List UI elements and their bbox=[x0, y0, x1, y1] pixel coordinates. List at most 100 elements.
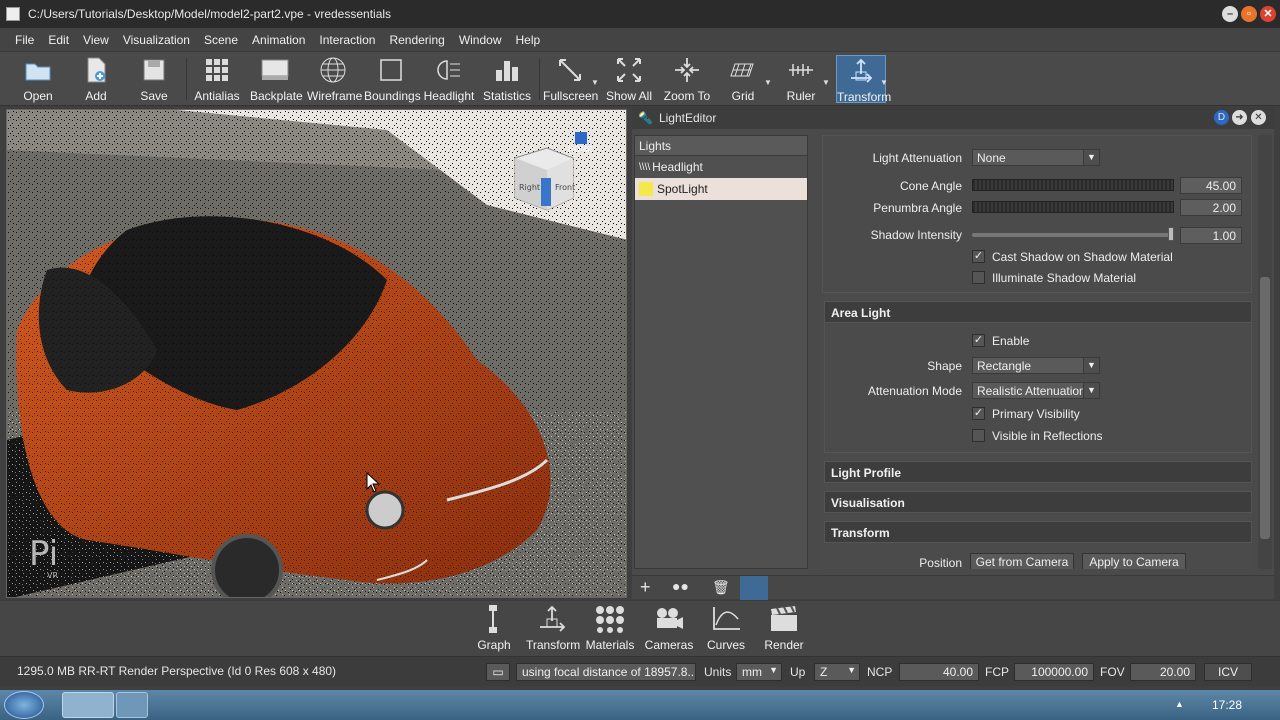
penumbra-angle-slider[interactable] bbox=[972, 201, 1174, 213]
add-light-icon[interactable]: + bbox=[640, 577, 651, 598]
light-editor-panel: 🔦 LightEditor D ➜ ✕ Lights \\\\ Headligh… bbox=[632, 107, 1274, 600]
menu-rendering[interactable]: Rendering bbox=[382, 33, 451, 47]
menu-visualization[interactable]: Visualization bbox=[116, 33, 197, 47]
group-icon[interactable]: ●● bbox=[672, 578, 689, 594]
grid-button[interactable]: Grid bbox=[720, 55, 766, 103]
materials-icon bbox=[584, 604, 636, 634]
headlight-button[interactable]: Headlight bbox=[422, 55, 476, 103]
light-profile-section[interactable]: Light Profile bbox=[824, 461, 1252, 483]
save-icon bbox=[130, 55, 178, 85]
penumbra-angle-field[interactable]: 2.00 bbox=[1180, 199, 1242, 216]
primary-visibility-checkbox[interactable]: ✓ bbox=[972, 407, 985, 420]
headlight-icon bbox=[422, 55, 476, 85]
shape-select[interactable]: Rectangle ▼ bbox=[972, 357, 1100, 374]
shadow-intensity-slider[interactable] bbox=[972, 233, 1174, 237]
boundings-button[interactable]: Boundings bbox=[364, 55, 421, 103]
shadow-intensity-field[interactable]: 1.00 bbox=[1180, 227, 1242, 244]
menu-scene[interactable]: Scene bbox=[197, 33, 245, 47]
cast-shadow-checkbox[interactable]: ✓ bbox=[972, 250, 985, 263]
menu-bar: File Edit View Visualization Scene Anima… bbox=[0, 28, 1280, 52]
shadow-intensity-handle[interactable] bbox=[1168, 227, 1174, 241]
curves-button[interactable]: Curves bbox=[702, 604, 750, 652]
dock-icon[interactable]: D bbox=[1214, 110, 1229, 125]
visible-reflections-checkbox[interactable] bbox=[972, 429, 985, 442]
tray-expand-icon[interactable]: ▲ bbox=[1175, 699, 1184, 709]
light-mode-icon[interactable] bbox=[740, 576, 768, 600]
ruler-dropdown-icon[interactable]: ▼ bbox=[822, 78, 830, 87]
show-all-button[interactable]: Show All bbox=[603, 55, 655, 103]
restore-button[interactable]: ▫ bbox=[1241, 6, 1257, 22]
attenuation-mode-select[interactable]: Realistic Attenuation ▼ bbox=[972, 382, 1100, 399]
open-button[interactable]: Open bbox=[14, 55, 62, 103]
light-editor-header: 🔦 LightEditor D ➜ ✕ bbox=[632, 107, 1274, 129]
scrollbar-thumb[interactable] bbox=[1260, 277, 1270, 539]
area-light-section[interactable]: Area Light bbox=[824, 301, 1252, 323]
start-button[interactable] bbox=[4, 691, 44, 719]
units-select[interactable]: mm ▼ bbox=[736, 663, 782, 681]
materials-button[interactable]: Materials bbox=[584, 604, 636, 652]
grid-dropdown-icon[interactable]: ▼ bbox=[764, 78, 772, 87]
fullscreen-button[interactable]: Fullscreen bbox=[543, 55, 598, 103]
menu-animation[interactable]: Animation bbox=[245, 33, 312, 47]
ruler-button[interactable]: Ruler bbox=[778, 55, 824, 103]
cone-angle-field[interactable]: 45.00 bbox=[1180, 177, 1242, 194]
light-attenuation-select[interactable]: None ▼ bbox=[972, 149, 1100, 166]
close-panel-icon[interactable]: ✕ bbox=[1251, 110, 1266, 125]
list-item-spotlight[interactable]: SpotLight bbox=[635, 178, 807, 200]
save-button[interactable]: Save bbox=[130, 55, 178, 103]
fcp-label: FCP bbox=[985, 665, 1009, 679]
cone-angle-slider[interactable] bbox=[972, 179, 1174, 191]
wireframe-button[interactable]: Wireframe bbox=[307, 55, 362, 103]
ncp-field[interactable]: 40.00 bbox=[899, 663, 979, 681]
menu-window[interactable]: Window bbox=[452, 33, 509, 47]
graph-button[interactable]: Graph bbox=[470, 604, 518, 652]
add-button[interactable]: Add bbox=[72, 55, 120, 103]
show-all-label: Show All bbox=[605, 89, 653, 103]
menu-edit[interactable]: Edit bbox=[41, 33, 76, 47]
menu-file[interactable]: File bbox=[8, 33, 41, 47]
message-icon[interactable]: ▭ bbox=[486, 663, 510, 681]
icv-button[interactable]: ICV bbox=[1204, 663, 1252, 681]
antialias-button[interactable]: Antialias bbox=[193, 55, 241, 103]
fullscreen-icon bbox=[543, 55, 597, 85]
grid-label: Grid bbox=[731, 89, 755, 103]
minimize-button[interactable]: – bbox=[1222, 6, 1238, 22]
transform-module-button[interactable]: Transform bbox=[526, 604, 580, 652]
view-cube-home-label[interactable]: HOME bbox=[568, 145, 592, 154]
fov-field[interactable]: 20.00 bbox=[1130, 663, 1196, 681]
window-title: C:/Users/Tutorials/Desktop/Model/model2-… bbox=[28, 7, 392, 21]
transform-section[interactable]: Transform bbox=[824, 521, 1252, 543]
close-button[interactable]: ✕ bbox=[1260, 6, 1276, 22]
transform-button[interactable]: Transform bbox=[836, 55, 891, 104]
menu-help[interactable]: Help bbox=[509, 33, 548, 47]
forward-icon[interactable]: ➜ bbox=[1232, 110, 1247, 125]
backplate-button[interactable]: Backplate bbox=[250, 55, 303, 103]
up-label: Up bbox=[790, 665, 806, 679]
fullscreen-dropdown-icon[interactable]: ▼ bbox=[591, 78, 599, 87]
enable-checkbox[interactable]: ✓ bbox=[972, 334, 985, 347]
zoom-to-button[interactable]: Zoom To bbox=[660, 55, 714, 103]
taskbar-app-explorer[interactable] bbox=[62, 692, 114, 718]
transform-dropdown-icon[interactable]: ▼ bbox=[880, 78, 888, 87]
statistics-button[interactable]: Statistics bbox=[481, 55, 533, 103]
get-from-camera-button[interactable]: Get from Camera bbox=[970, 553, 1074, 569]
cone-angle-label: Cone Angle bbox=[899, 179, 962, 193]
transform-module-icon bbox=[526, 604, 578, 634]
list-item-headlight[interactable]: \\\\ Headlight bbox=[635, 156, 807, 178]
apply-to-camera-button[interactable]: Apply to Camera bbox=[1082, 553, 1186, 569]
taskbar-app-vred[interactable] bbox=[116, 692, 148, 718]
visualisation-section[interactable]: Visualisation bbox=[824, 491, 1252, 513]
render-button[interactable]: Render bbox=[758, 604, 810, 652]
render-viewport[interactable]: HOME Right Front Pi VR bbox=[6, 109, 627, 598]
open-label: Open bbox=[23, 89, 53, 103]
illuminate-shadow-checkbox[interactable] bbox=[972, 271, 985, 284]
menu-view[interactable]: View bbox=[76, 33, 116, 47]
taskbar: ▲ 17:28 bbox=[0, 690, 1280, 720]
cameras-button[interactable]: Cameras bbox=[642, 604, 696, 652]
scene-render[interactable]: HOME Right Front Pi VR bbox=[7, 110, 627, 598]
fcp-field[interactable]: 100000.00 bbox=[1014, 663, 1094, 681]
trash-icon[interactable]: 🗑 bbox=[712, 579, 730, 596]
properties-scrollbar[interactable] bbox=[1258, 135, 1272, 569]
menu-interaction[interactable]: Interaction bbox=[312, 33, 382, 47]
up-axis-select[interactable]: Z ▼ bbox=[814, 663, 860, 681]
